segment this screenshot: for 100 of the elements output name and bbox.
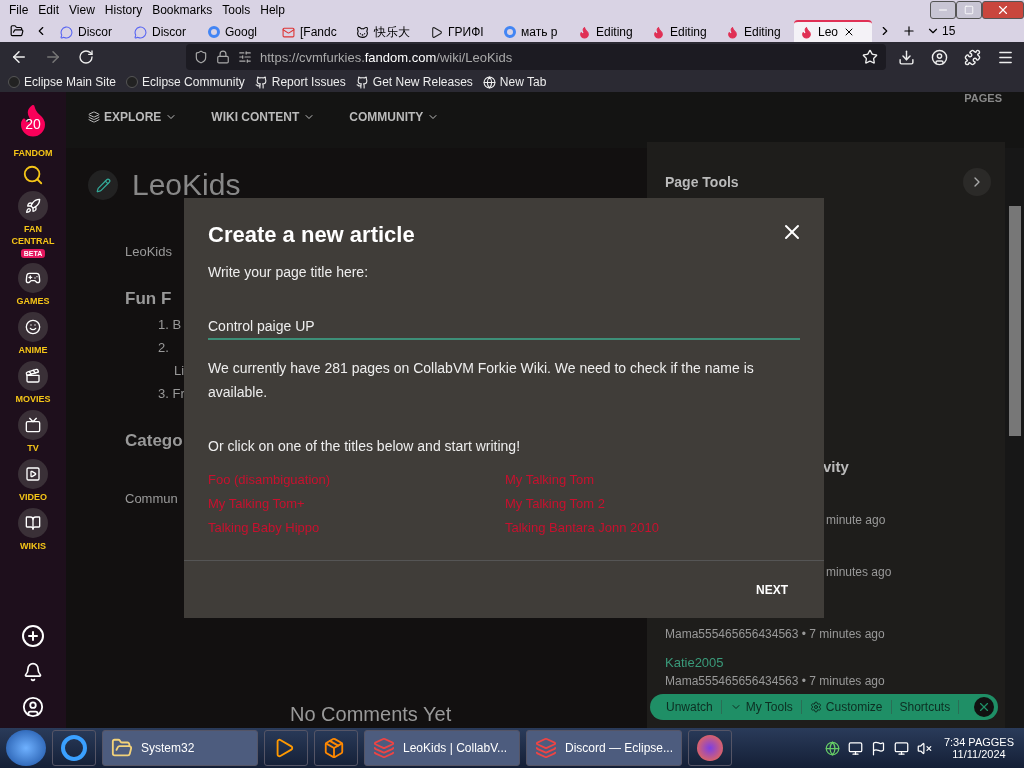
sidebar-icon-button[interactable] — [18, 361, 48, 391]
title-input[interactable]: Control paige UP — [208, 314, 800, 340]
bookmark-link[interactable]: Get New Releases — [355, 75, 473, 89]
mute-icon[interactable] — [916, 740, 932, 756]
sidebar-icon-button[interactable] — [18, 191, 48, 221]
toolbar-button[interactable]: Shortcuts — [891, 700, 960, 714]
taskbar-button[interactable]: LeoKids | CollabV... — [364, 730, 520, 766]
bookmark-star-icon[interactable] — [862, 49, 878, 65]
toolbar-button[interactable]: Unwatch — [658, 700, 722, 714]
bell-icon[interactable] — [23, 662, 43, 682]
tab-list-button[interactable]: 15 — [922, 24, 960, 38]
tab-title: [Fandc — [300, 25, 337, 39]
user-icon[interactable] — [22, 696, 44, 718]
browser-tab[interactable]: Discor — [54, 20, 126, 42]
sidebar-label[interactable]: FAN CENTRAL — [3, 223, 63, 247]
nav-menu[interactable]: EXPLORE — [88, 110, 178, 124]
tab-title: 快乐大 — [374, 23, 410, 41]
network-icon[interactable] — [824, 740, 840, 756]
sidebar-label[interactable]: GAMES — [3, 295, 63, 307]
menu-item[interactable]: Edit — [33, 3, 65, 17]
sidebar-label[interactable]: ANIME — [3, 344, 63, 356]
monitor-icon[interactable] — [893, 740, 909, 756]
browser-tab[interactable]: Leo — [794, 20, 872, 42]
browser-tab[interactable]: 快乐大 — [350, 20, 422, 42]
next-button[interactable]: NEXT — [750, 581, 794, 598]
taskbar-button[interactable] — [688, 730, 732, 766]
close-button[interactable] — [982, 1, 1024, 19]
browser-tab[interactable]: Editing — [720, 20, 792, 42]
close-button[interactable] — [974, 697, 994, 717]
toolbar-button[interactable]: My Tools — [721, 700, 802, 714]
user-link[interactable]: Katie2005 — [665, 655, 724, 670]
browser-tab[interactable]: Discor — [128, 20, 200, 42]
breadcrumb-link[interactable]: LeoKids — [125, 244, 172, 259]
taskbar-button[interactable]: Discord — Eclipse... — [526, 730, 682, 766]
menu-item[interactable]: View — [64, 3, 100, 17]
maximize-button[interactable] — [956, 1, 982, 19]
tab-title: Editing — [744, 25, 781, 39]
toolbar-button[interactable]: Customize — [801, 700, 892, 714]
plus-icon — [902, 24, 916, 38]
activity-meta: Mama555465656434563 • 7 minutes ago — [665, 627, 885, 641]
menu-item[interactable]: File — [4, 3, 34, 17]
flame-logo[interactable]: 20 — [15, 98, 51, 142]
address-bar[interactable]: https://cvmfurkies.fandom.com/wiki/LeoKids — [186, 44, 886, 70]
menu-item[interactable]: History — [99, 3, 148, 17]
field-prompt: Write your page title here: — [208, 263, 369, 282]
tv-icon — [25, 417, 41, 433]
sidebar-icon-button[interactable] — [18, 508, 48, 538]
sidebar-label[interactable]: TV — [3, 442, 63, 454]
taskbar-button[interactable] — [314, 730, 358, 766]
chat-bubble-icon — [134, 25, 147, 39]
search-icon[interactable] — [22, 164, 44, 186]
taskbar-button[interactable]: System32 — [102, 730, 258, 766]
sidebar-label: FANDOM — [12, 147, 54, 159]
browser-tab[interactable]: мать р — [498, 20, 570, 42]
bookmark-link[interactable]: Eclipse Community — [126, 75, 245, 89]
browser-tab[interactable]: Editing — [572, 20, 644, 42]
browser-tab[interactable]: Googl — [202, 20, 274, 42]
tab-title: ГРИФІ — [448, 25, 484, 39]
flag-icon[interactable] — [870, 740, 886, 756]
bookmark-link[interactable]: Eclipse Main Site — [8, 75, 117, 89]
taskbar-button[interactable] — [52, 730, 96, 766]
start-button[interactable] — [6, 730, 46, 766]
plus-icon[interactable] — [21, 624, 45, 648]
sidebar-icon-button[interactable] — [18, 410, 48, 440]
dot-icon — [8, 76, 20, 88]
flame-icon — [800, 25, 813, 39]
list-item: 2. — [158, 340, 169, 355]
bookmark-link[interactable]: Report Issues — [254, 75, 346, 89]
browser-tab[interactable]: [Fandc — [276, 20, 348, 42]
browser-tab[interactable]: Editing — [646, 20, 718, 42]
monitor-icon[interactable] — [847, 740, 863, 756]
browser-tab[interactable]: ГРИФІ — [424, 20, 496, 42]
bookmark-link[interactable]: New Tab — [482, 75, 547, 89]
sidebar-icon-button[interactable] — [18, 459, 48, 489]
sidebar-icon-button[interactable] — [18, 263, 48, 293]
face-icon — [25, 319, 41, 335]
menu-item[interactable]: Help — [255, 3, 290, 17]
nav-menu[interactable]: WIKI CONTENT — [211, 110, 316, 124]
sidebar-label[interactable]: MOVIES — [3, 393, 63, 405]
close-icon — [977, 700, 991, 714]
edit-button[interactable] — [88, 170, 118, 200]
scrollbar-thumb[interactable] — [1008, 206, 1021, 436]
nav-menu[interactable]: COMMUNITY — [349, 110, 440, 124]
expand-button[interactable] — [963, 168, 991, 196]
tab-title: Editing — [670, 25, 707, 39]
clock[interactable]: 7:34 PAGGES 11/11/2024 — [939, 736, 1018, 760]
dialog-title: Create a new article — [208, 222, 415, 248]
category-link[interactable]: Commun — [125, 491, 178, 506]
sidebar-label[interactable]: VIDEO — [3, 491, 63, 503]
sidebar-label[interactable]: WIKIS — [3, 540, 63, 552]
minimize-button[interactable] — [930, 1, 956, 19]
download-icon — [898, 48, 915, 66]
menu-item[interactable]: Bookmarks — [147, 3, 218, 17]
reload-icon — [78, 49, 94, 65]
tab-title: Discor — [152, 25, 186, 39]
menu-item[interactable]: Tools — [217, 3, 256, 17]
sidebar-icon-button[interactable] — [18, 312, 48, 342]
tab-title: мать р — [521, 25, 558, 39]
gear-icon — [809, 701, 822, 713]
taskbar-button[interactable] — [264, 730, 308, 766]
